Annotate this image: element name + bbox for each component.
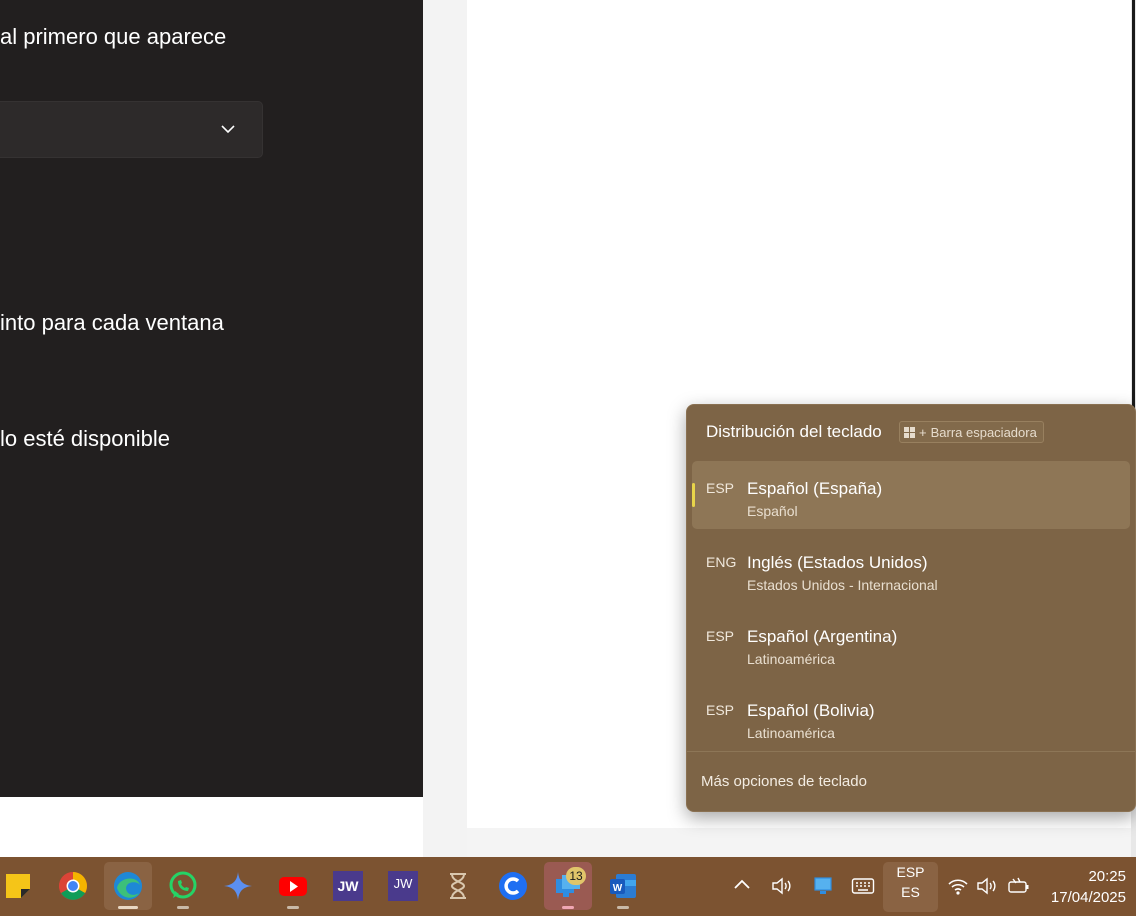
language-item-espanol-espana[interactable]: ESP Español (España) Español xyxy=(692,461,1130,529)
selection-indicator xyxy=(692,483,695,507)
shortcut-label: Barra espaciadora xyxy=(930,424,1037,440)
sticky-notes-icon xyxy=(6,874,30,898)
c-app-icon xyxy=(499,872,527,900)
taskbar-whatsapp[interactable] xyxy=(159,862,207,910)
language-code: ESP xyxy=(706,702,735,718)
shortcut-hint: + Barra espaciadora xyxy=(899,421,1044,443)
language-item-espanol-bolivia[interactable]: ESP Español (Bolivia) Latinoamérica xyxy=(692,683,1130,751)
scrollbar[interactable] xyxy=(1132,0,1135,410)
notification-badge: 13 xyxy=(566,867,586,885)
settings-option-text-1: al primero que aparece xyxy=(0,24,227,49)
clock-date: 17/04/2025 xyxy=(1050,889,1126,906)
chevron-up-icon[interactable] xyxy=(733,877,751,891)
document-gutter xyxy=(423,0,467,857)
language-indicator-button[interactable]: ESP ES xyxy=(883,862,938,912)
volume-icon[interactable] xyxy=(976,876,998,896)
taskbar-word[interactable]: W xyxy=(599,862,647,910)
keyboard-layout-name: Español xyxy=(747,503,798,519)
language-name: Español (Argentina) xyxy=(747,627,898,646)
shortcut-plus: + xyxy=(919,424,927,440)
edge-icon xyxy=(114,872,142,900)
active-indicator xyxy=(118,906,138,909)
taskbar-jw[interactable]: JW xyxy=(324,862,372,910)
language-code: ESP xyxy=(706,628,735,644)
clock-time: 20:25 xyxy=(1088,868,1126,885)
speaker-icon[interactable] xyxy=(771,876,793,896)
taskbar-chrome[interactable] xyxy=(49,862,97,910)
settings-window: al primero que aparece into para cada ve… xyxy=(0,0,423,797)
running-indicator xyxy=(177,906,189,909)
language-item-espanol-argentina[interactable]: ESP Español (Argentina) Latinoamérica xyxy=(692,609,1130,677)
taskbar-copilot[interactable] xyxy=(214,862,262,910)
running-indicator xyxy=(617,906,629,909)
jw-icon: JW xyxy=(333,871,363,901)
language-name: Inglés (Estados Unidos) xyxy=(747,553,928,572)
running-indicator xyxy=(287,906,299,909)
flyout-title: Distribución del teclado xyxy=(706,422,882,441)
language-name: Español (España) xyxy=(747,479,883,498)
taskbar-remote-desktop[interactable]: 13 xyxy=(544,862,592,910)
taskbar-hourglass[interactable] xyxy=(434,862,482,910)
battery-charging-icon[interactable] xyxy=(1007,876,1031,896)
taskbar-c-app[interactable] xyxy=(489,862,537,910)
taskbar-jw-library[interactable]: JW xyxy=(379,862,427,910)
chevron-down-icon xyxy=(221,125,235,134)
keyboard-layout-name: Estados Unidos - Internacional xyxy=(747,577,938,593)
keyboard-layout-name: Latinoamérica xyxy=(747,651,835,667)
taskbar-sticky-notes[interactable] xyxy=(0,862,42,910)
settings-option-text-3: lo esté disponible xyxy=(0,426,171,451)
language-code: ENG xyxy=(706,554,737,570)
running-indicator xyxy=(562,906,574,909)
copilot-icon xyxy=(224,872,252,900)
wifi-icon[interactable] xyxy=(947,876,969,896)
keyboard-layout-name: Latinoamérica xyxy=(747,725,835,741)
windows-key-icon xyxy=(904,426,915,438)
background-area xyxy=(0,797,423,857)
language-indicator-top: ESP xyxy=(896,864,925,880)
divider xyxy=(687,751,1135,752)
chrome-icon xyxy=(59,872,87,900)
keyboard-icon[interactable] xyxy=(851,877,875,895)
youtube-icon xyxy=(279,877,307,896)
language-code: ESP xyxy=(706,480,735,496)
keyboard-layout-flyout: Distribución del teclado + Barra espacia… xyxy=(686,404,1136,812)
remote-desktop-tray-icon[interactable] xyxy=(812,876,834,896)
settings-option-text-2: into para cada ventana xyxy=(0,310,224,335)
jw-library-icon: JW xyxy=(388,871,418,901)
taskbar-youtube[interactable] xyxy=(269,862,317,910)
taskbar-edge[interactable] xyxy=(104,862,152,910)
svg-text:W: W xyxy=(613,883,623,894)
more-keyboard-options-link[interactable]: Más opciones de teclado xyxy=(701,773,867,790)
word-icon: W xyxy=(610,874,636,898)
settings-dropdown[interactable] xyxy=(0,101,263,158)
hourglass-icon xyxy=(450,873,466,899)
language-item-ingles-eeuu[interactable]: ENG Inglés (Estados Unidos) Estados Unid… xyxy=(692,535,1130,603)
system-clock[interactable]: 20:25 17/04/2025 xyxy=(1051,866,1126,908)
language-name: Español (Bolivia) xyxy=(747,701,875,720)
language-indicator-bottom: ES xyxy=(901,884,920,900)
whatsapp-icon xyxy=(169,871,197,899)
